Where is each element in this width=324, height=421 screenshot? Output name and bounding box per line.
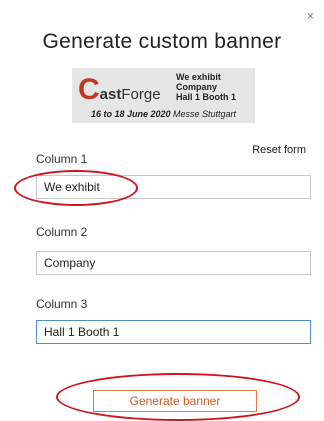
banner-preview: Cast Forge We exhibit Company Hall 1 Boot… — [72, 68, 255, 123]
preview-line-3: Hall 1 Booth 1 — [176, 92, 237, 102]
preview-line-1: We exhibit — [176, 72, 221, 82]
column-3-input[interactable] — [36, 320, 311, 344]
column-1-label: Column 1 — [36, 152, 88, 166]
logo-text-forge: Forge — [121, 86, 161, 103]
logo-text-cast: ast — [99, 86, 122, 103]
dialog-title: Generate custom banner — [42, 30, 282, 53]
logo-letter-c: C — [78, 73, 100, 106]
preview-date: 16 to 18 June 2020 — [90, 109, 171, 119]
close-icon[interactable]: × — [307, 10, 314, 22]
preview-line-2: Company — [176, 82, 218, 92]
castforge-logo: Cast Forge — [78, 73, 161, 106]
preview-footer: 16 to 18 June 2020 Messe Stuttgart — [72, 109, 255, 119]
column-1-input[interactable] — [36, 175, 311, 199]
generate-banner-button[interactable]: Generate banner — [93, 390, 257, 412]
preview-lines: We exhibit Company Hall 1 Booth 1 — [176, 72, 236, 102]
reset-form-link[interactable]: Reset form — [252, 144, 306, 156]
column-3-label: Column 3 — [36, 297, 88, 311]
column-2-input[interactable] — [36, 251, 311, 275]
preview-venue: Messe Stuttgart — [173, 109, 237, 119]
column-2-label: Column 2 — [36, 225, 88, 239]
